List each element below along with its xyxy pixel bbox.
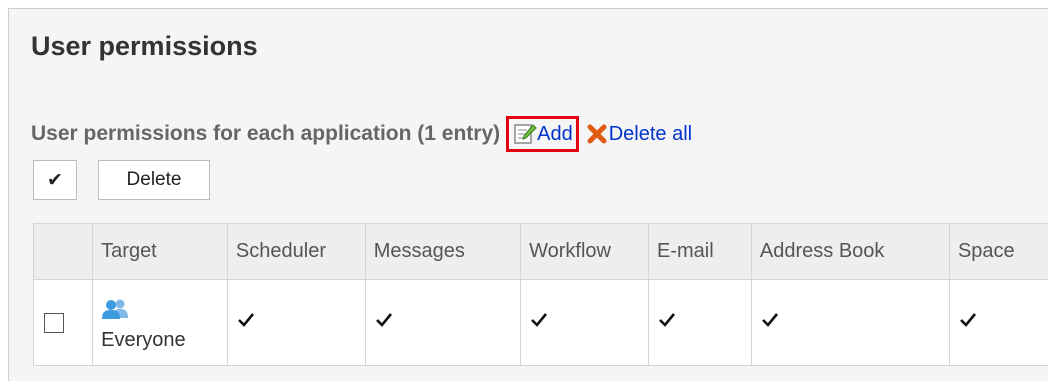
column-header-workflow: Workflow: [521, 224, 649, 280]
checkmark-icon: [374, 310, 394, 330]
table-header-row: Target Scheduler Messages Workflow E-mai…: [34, 224, 1048, 280]
column-header-messages: Messages: [365, 224, 520, 280]
permission-cell-messages: [365, 280, 520, 366]
section-header: User permissions for each application (1…: [31, 116, 692, 152]
checkmark-icon: ✔: [47, 169, 63, 192]
column-header-address-book: Address Book: [751, 224, 949, 280]
section-title: User permissions for each application (1…: [31, 122, 500, 146]
row-checkbox[interactable]: [44, 313, 64, 333]
checkmark-icon: [236, 310, 256, 330]
permission-cell-address-book: [751, 280, 949, 366]
add-link[interactable]: Add: [506, 116, 579, 152]
permission-cell-workflow: [521, 280, 649, 366]
column-header-email: E-mail: [649, 224, 752, 280]
column-header-target: Target: [93, 224, 228, 280]
checkmark-icon: [657, 310, 677, 330]
checkmark-icon: [529, 310, 549, 330]
permissions-table: Target Scheduler Messages Workflow E-mai…: [33, 223, 1048, 366]
toolbar: ✔ Delete: [33, 159, 210, 201]
column-header-select: [34, 224, 93, 280]
delete-all-label: Delete all: [609, 123, 692, 146]
target-name: Everyone: [101, 329, 186, 351]
column-header-space: Space: [949, 224, 1048, 280]
column-header-scheduler: Scheduler: [227, 224, 365, 280]
row-select-cell: [34, 280, 93, 366]
user-permissions-panel: User permissions User permissions for ea…: [8, 8, 1048, 381]
target-cell: Everyone: [93, 280, 228, 366]
checkmark-icon: [958, 310, 978, 330]
edit-icon: [513, 122, 537, 146]
permission-cell-email: [649, 280, 752, 366]
table-row: Everyone: [34, 280, 1048, 366]
checkmark-icon: [760, 310, 780, 330]
page-title: User permissions: [31, 31, 258, 62]
permission-cell-scheduler: [227, 280, 365, 366]
delete-x-icon: [585, 122, 609, 146]
add-link-label: Add: [537, 123, 573, 146]
permission-cell-space: [949, 280, 1048, 366]
user-group-icon: [101, 298, 227, 326]
delete-button[interactable]: Delete: [98, 160, 210, 200]
delete-all-link[interactable]: Delete all: [585, 122, 692, 146]
select-all-button[interactable]: ✔: [33, 160, 77, 200]
